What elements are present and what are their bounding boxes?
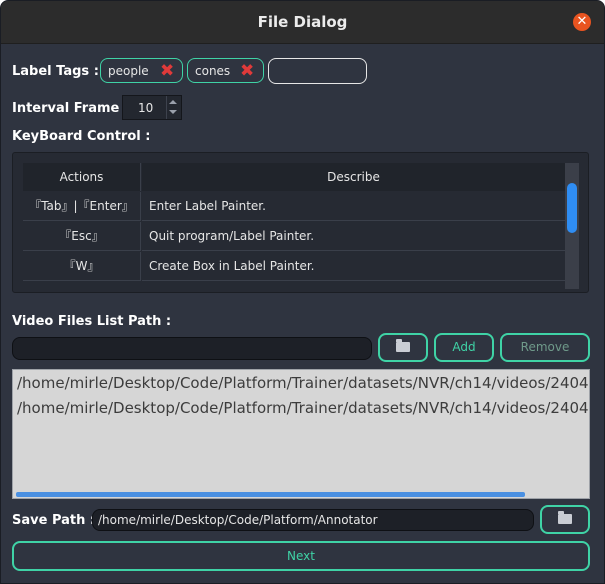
browse-save-button[interactable] xyxy=(540,505,590,534)
horizontal-scrollbar[interactable] xyxy=(16,492,525,497)
scrollbar-thumb[interactable] xyxy=(567,183,577,233)
list-item[interactable]: /home/mirle/Desktop/Code/Platform/Traine… xyxy=(17,374,589,392)
save-path-input[interactable]: /home/mirle/Desktop/Code/Platform/Annota… xyxy=(92,509,534,531)
interval-frame-spinbox[interactable]: 10 xyxy=(122,95,182,120)
interval-frame-value: 10 xyxy=(138,101,154,115)
video-path-input[interactable] xyxy=(12,337,372,360)
table-header-actions[interactable]: Actions xyxy=(23,163,141,191)
remove-tag-icon[interactable]: ✖ xyxy=(240,61,254,81)
table-cell-action[interactable]: 『W』 xyxy=(23,252,141,281)
browse-video-button[interactable] xyxy=(378,333,428,362)
next-button[interactable]: Next xyxy=(12,541,590,571)
tag-chip-label: cones xyxy=(195,64,231,78)
remove-tag-icon[interactable]: ✖ xyxy=(160,61,174,81)
spin-down-icon[interactable] xyxy=(169,110,177,114)
keyboard-table: Actions Describe 『Tab』|『Enter』 Enter Lab… xyxy=(12,152,589,293)
list-item[interactable]: /home/mirle/Desktop/Code/Platform/Traine… xyxy=(17,399,589,417)
video-files-list[interactable]: /home/mirle/Desktop/Code/Platform/Traine… xyxy=(12,369,590,499)
table-scrollbar[interactable] xyxy=(565,163,579,289)
folder-open-icon xyxy=(396,339,410,352)
file-dialog-window: File Dialog ✕ Label Tags : people ✖ cone… xyxy=(0,0,605,584)
new-tag-input[interactable] xyxy=(268,58,367,84)
table-cell-action[interactable]: 『Tab』|『Enter』 xyxy=(23,192,141,221)
table-cell-action[interactable]: 『Esc』 xyxy=(23,222,141,251)
close-icon[interactable]: ✕ xyxy=(573,13,591,31)
save-path-label: Save Path : xyxy=(12,513,96,528)
save-path-value: /home/mirle/Desktop/Code/Platform/Annota… xyxy=(98,513,378,527)
tag-chip-cones: cones ✖ xyxy=(187,58,264,83)
spin-up-icon[interactable] xyxy=(169,100,177,104)
label-tags-label: Label Tags : xyxy=(12,64,99,79)
spinbox-arrows xyxy=(166,96,181,119)
keyboard-control-label: KeyBoard Control : xyxy=(12,129,151,144)
title-bar: File Dialog ✕ xyxy=(1,1,604,44)
window-title: File Dialog xyxy=(257,13,348,31)
video-files-label: Video Files List Path : xyxy=(12,314,172,329)
table-header-describe[interactable]: Describe xyxy=(142,163,565,191)
tag-chip-label: people xyxy=(108,64,149,78)
table-cell-describe[interactable]: Create Box in Label Painter. xyxy=(142,252,565,281)
add-button[interactable]: Add xyxy=(434,333,494,362)
remove-button[interactable]: Remove xyxy=(500,333,590,362)
folder-open-icon xyxy=(558,511,572,524)
table-cell-describe[interactable]: Enter Label Painter. xyxy=(142,192,565,221)
interval-frame-label: Interval Frame : xyxy=(12,101,130,116)
tag-chip-people: people ✖ xyxy=(100,58,183,83)
table-cell-describe[interactable]: Quit program/Label Painter. xyxy=(142,222,565,251)
